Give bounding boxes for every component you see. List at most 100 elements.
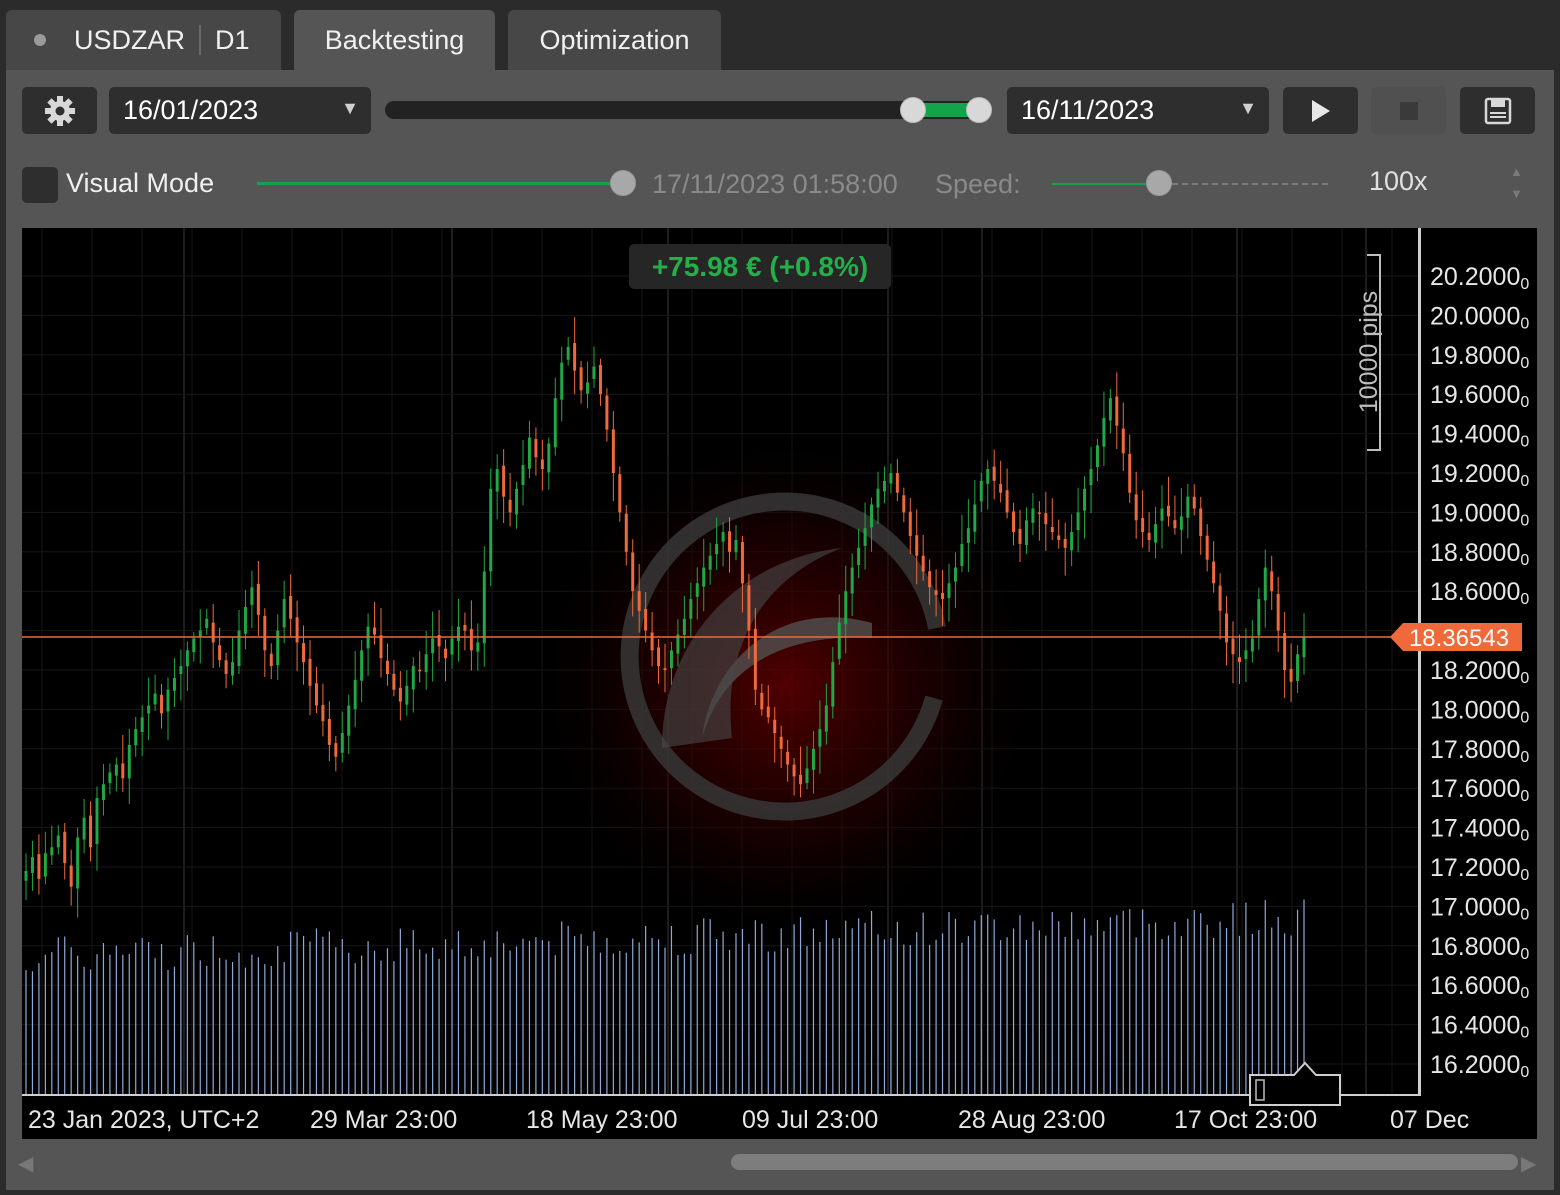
- candle-body: [1296, 654, 1300, 681]
- stop-button[interactable]: [1371, 87, 1446, 134]
- candle-body: [431, 638, 435, 654]
- visual-mode-label: Visual Mode: [66, 168, 215, 198]
- candle-body: [321, 705, 325, 722]
- candle-body: [463, 625, 467, 631]
- candle-body: [327, 718, 331, 745]
- candle-body: [1186, 496, 1190, 518]
- candle-body: [147, 705, 151, 714]
- candle-body: [1018, 528, 1022, 544]
- candle-body: [334, 743, 338, 757]
- start-date-select[interactable]: 16/01/2023 ▼: [109, 87, 371, 134]
- speed-slider-track[interactable]: [1172, 183, 1328, 185]
- x-tick-label: 28 Aug 23:00: [958, 1106, 1105, 1134]
- candle-body: [314, 683, 318, 706]
- candle-body: [269, 653, 273, 667]
- candle-body: [360, 650, 364, 681]
- save-button[interactable]: [1460, 87, 1535, 134]
- tab-backtesting[interactable]: Backtesting: [294, 10, 495, 70]
- candle-body: [502, 465, 506, 497]
- candle-body: [934, 590, 938, 596]
- y-tick-label: 19.80000: [1430, 342, 1529, 372]
- timeframe-label: D1: [215, 24, 250, 55]
- end-date-select[interactable]: 16/11/2023 ▼: [1007, 87, 1269, 134]
- candle-body: [1192, 496, 1196, 509]
- candle-body: [908, 511, 912, 537]
- candle-body: [508, 499, 512, 513]
- y-tick-label: 19.00000: [1430, 499, 1529, 529]
- speed-slider-handle[interactable]: [1146, 170, 1172, 196]
- candle-body: [753, 628, 757, 690]
- chart-navigator[interactable]: [1249, 1061, 1341, 1106]
- candle-body: [637, 591, 641, 611]
- range-end-handle[interactable]: [966, 97, 992, 123]
- candle-body: [1289, 668, 1293, 682]
- candle-body: [450, 638, 454, 655]
- candle-body: [495, 469, 499, 492]
- candle-body: [1115, 396, 1119, 426]
- date-range-slider[interactable]: [385, 101, 985, 119]
- tab-optimization-label: Optimization: [539, 24, 690, 55]
- pnl-badge: +75.98 € (+0.8%): [629, 244, 891, 289]
- tab-bar: USDZAR D1 Backtesting Optimization: [0, 0, 1560, 70]
- candle-body: [760, 692, 764, 710]
- candle-body: [1276, 593, 1280, 631]
- candle-body: [1044, 513, 1048, 525]
- candle-body: [1237, 657, 1241, 663]
- candle-body: [1160, 508, 1164, 521]
- candle-body: [1166, 505, 1170, 517]
- candle-body: [870, 504, 874, 528]
- y-tick-label: 18.80000: [1430, 539, 1529, 569]
- candle-body: [1076, 512, 1080, 531]
- divider: [199, 25, 202, 55]
- candle-body: [876, 488, 880, 508]
- candle-body: [308, 658, 312, 686]
- candle-body: [295, 617, 299, 643]
- candle-body: [469, 628, 473, 651]
- spin-down-icon[interactable]: ▼: [1510, 186, 1523, 201]
- x-tick-label: 18 May 23:00: [526, 1106, 678, 1134]
- candle-body: [1070, 532, 1074, 551]
- candle-body: [973, 504, 977, 532]
- candle-body: [69, 865, 73, 887]
- candle-body: [140, 717, 144, 733]
- range-start-handle[interactable]: [900, 97, 926, 123]
- candle-body: [811, 748, 815, 770]
- tab-optimization[interactable]: Optimization: [508, 10, 721, 70]
- horizontal-scrollbar-thumb[interactable]: [731, 1154, 1518, 1170]
- candle-body: [1244, 650, 1248, 660]
- candle-body: [179, 666, 183, 675]
- candle-body: [211, 622, 215, 643]
- play-button[interactable]: [1283, 87, 1358, 134]
- tab-symbol[interactable]: USDZAR D1: [6, 10, 281, 70]
- x-tick-label: 17 Oct 23:00: [1174, 1106, 1317, 1134]
- ctrader-logo-watermark: [527, 426, 1047, 946]
- candle-body: [779, 736, 783, 749]
- visual-mode-checkbox[interactable]: [22, 167, 58, 203]
- candle-body: [747, 585, 751, 631]
- pips-ruler: 10000 pips: [1355, 254, 1383, 451]
- spin-up-icon[interactable]: ▲: [1510, 164, 1523, 179]
- candle-body: [734, 539, 738, 553]
- y-tick-label: 17.00000: [1430, 893, 1529, 923]
- scroll-right-icon[interactable]: ▶: [1521, 1151, 1536, 1176]
- candle-body: [611, 429, 615, 473]
- candle-body: [347, 705, 351, 736]
- candle-body: [1147, 532, 1151, 540]
- candle-body: [1141, 518, 1145, 533]
- candle-body: [1095, 445, 1099, 468]
- x-tick-label: 23 Jan 2023, UTC+2: [28, 1106, 259, 1134]
- price-chart[interactable]: 20.20000 20.00000 19.80000 19.60000 19.40000…: [22, 228, 1537, 1139]
- candle-body: [476, 642, 480, 652]
- candle-body: [37, 854, 41, 879]
- candle-body: [953, 567, 957, 582]
- settings-button[interactable]: [22, 87, 97, 134]
- candle-body: [663, 668, 667, 670]
- visual-progress-handle[interactable]: [610, 170, 636, 196]
- candle-body: [1250, 638, 1254, 652]
- y-tick-label: 19.20000: [1430, 460, 1529, 490]
- candle-body: [1128, 453, 1132, 493]
- candle-body: [56, 835, 60, 848]
- scroll-left-icon[interactable]: ◀: [18, 1151, 33, 1176]
- candle-body: [857, 547, 861, 566]
- gear-icon: [44, 95, 75, 126]
